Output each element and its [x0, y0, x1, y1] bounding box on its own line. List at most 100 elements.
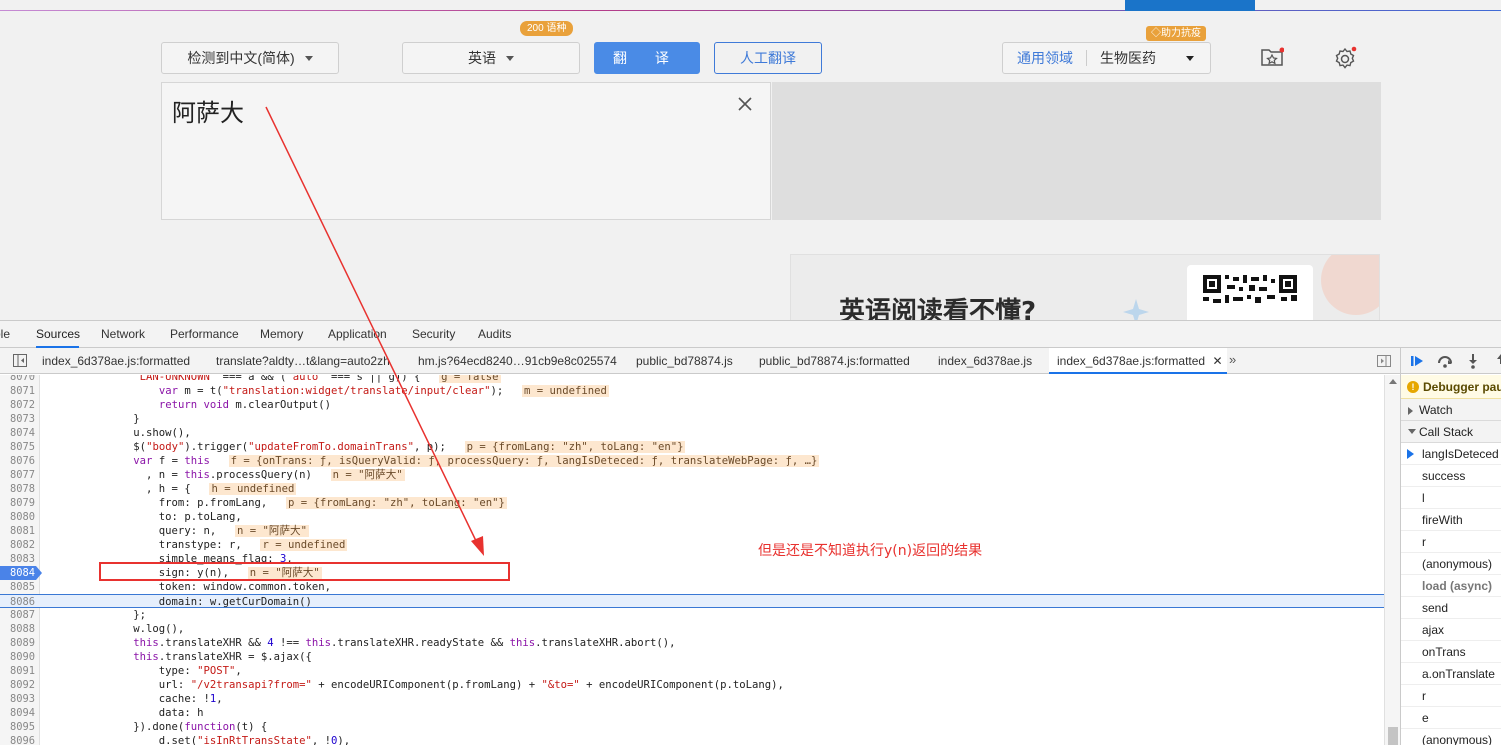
scroll-up-icon[interactable]: [1389, 379, 1397, 384]
code-line[interactable]: 8090 this.translateXHR = $.ajax({: [0, 650, 1384, 664]
tab-security[interactable]: Security: [412, 321, 455, 348]
line-number[interactable]: 8091: [0, 664, 38, 678]
tab-sources[interactable]: Sources: [36, 321, 80, 348]
call-stack-frame[interactable]: send: [1401, 597, 1501, 619]
call-stack-frame[interactable]: r: [1401, 685, 1501, 707]
target-language-select[interactable]: 英语: [402, 42, 580, 74]
code-line[interactable]: 8082 transtype: r, r = undefined: [0, 538, 1384, 552]
line-number[interactable]: 8077: [0, 468, 38, 482]
code-line[interactable]: 8075 $("body").trigger("updateFromTo.dom…: [0, 440, 1384, 454]
line-number[interactable]: 8072: [0, 398, 38, 412]
code-line[interactable]: 8074 u.show(),: [0, 426, 1384, 440]
domain-general-label[interactable]: 通用领域: [1017, 48, 1073, 68]
line-number[interactable]: 8086: [0, 595, 38, 609]
source-text-area[interactable]: 阿萨大: [161, 82, 771, 220]
line-number[interactable]: 8073: [0, 412, 38, 426]
file-tab[interactable]: public_bd78874.js: [636, 348, 733, 374]
code-line[interactable]: 8077 , n = this.processQuery(n) n = "阿萨大…: [0, 468, 1384, 482]
code-line[interactable]: 8076 var f = this f = {onTrans: ƒ, isQue…: [0, 454, 1384, 468]
call-stack-frame[interactable]: l: [1401, 487, 1501, 509]
line-number[interactable]: 8087: [0, 608, 38, 622]
favorites-folder-icon[interactable]: [1260, 47, 1284, 67]
line-number[interactable]: 8090: [0, 650, 38, 664]
code-line[interactable]: 8080 to: p.toLang,: [0, 510, 1384, 524]
file-tab[interactable]: hm.js?64ecd8240…91cb9e8c025574: [418, 348, 617, 374]
line-number[interactable]: 8085: [0, 580, 38, 594]
line-number[interactable]: 8096: [0, 734, 38, 745]
line-number[interactable]: 8071: [0, 384, 38, 398]
code-line[interactable]: 8071 var m = t("translation:widget/trans…: [0, 384, 1384, 398]
top-blue-tab[interactable]: [1125, 0, 1255, 11]
call-stack-frame[interactable]: ajax: [1401, 619, 1501, 641]
line-number[interactable]: 8095: [0, 720, 38, 734]
file-tab[interactable]: public_bd78874.js:formatted: [759, 348, 910, 374]
call-stack-frame[interactable]: (anonymous): [1401, 729, 1501, 745]
code-line[interactable]: 8096 d.set("isInRtTransState", !0),: [0, 734, 1384, 745]
file-tab-active[interactable]: index_6d378ae.js:formatted ✕: [1049, 348, 1227, 374]
code-line[interactable]: 8085 token: window.common.token,: [0, 580, 1384, 594]
tab-application[interactable]: Application: [328, 321, 387, 348]
code-line[interactable]: 8078 , h = { h = undefined: [0, 482, 1384, 496]
line-number[interactable]: 8083: [0, 552, 38, 566]
promo-card[interactable]: 英语阅读看不懂?: [790, 254, 1380, 320]
step-into-icon[interactable]: [1465, 353, 1481, 369]
call-stack-frame[interactable]: onTrans: [1401, 641, 1501, 663]
source-language-select[interactable]: 检测到中文(简体): [161, 42, 339, 74]
translate-button[interactable]: 翻 译: [594, 42, 700, 74]
code-line[interactable]: 8095 }).done(function(t) {: [0, 720, 1384, 734]
more-tabs-icon[interactable]: »: [1229, 352, 1236, 367]
code-line[interactable]: 8070 "LAN-UNKNOWN" === a && ("auto" === …: [0, 375, 1384, 384]
gear-icon[interactable]: [1333, 46, 1357, 70]
line-number[interactable]: 8079: [0, 496, 38, 510]
vertical-scrollbar[interactable]: [1384, 375, 1400, 745]
code-editor[interactable]: 8070 "LAN-UNKNOWN" === a && ("auto" === …: [0, 375, 1384, 745]
tab-audits[interactable]: Audits: [478, 321, 511, 348]
human-translate-button[interactable]: 人工翻译: [714, 42, 822, 74]
code-line-current[interactable]: 8086 domain: w.getCurDomain(): [0, 594, 1384, 608]
tab-network[interactable]: Network: [101, 321, 145, 348]
line-number[interactable]: 8074: [0, 426, 38, 440]
line-number[interactable]: 8081: [0, 524, 38, 538]
code-line[interactable]: 8093 cache: !1,: [0, 692, 1384, 706]
step-over-icon[interactable]: [1437, 353, 1453, 369]
resume-icon[interactable]: [1409, 353, 1425, 369]
call-stack-frame[interactable]: success: [1401, 465, 1501, 487]
call-stack-section-header[interactable]: Call Stack: [1401, 421, 1501, 443]
debugger-toggle-icon[interactable]: [1377, 355, 1391, 367]
file-tab[interactable]: index_6d378ae.js:formatted: [42, 348, 190, 374]
line-number[interactable]: 8082: [0, 538, 38, 552]
code-line[interactable]: 8091 type: "POST",: [0, 664, 1384, 678]
code-line[interactable]: 8079 from: p.fromLang, p = {fromLang: "z…: [0, 496, 1384, 510]
call-stack-frame[interactable]: e: [1401, 707, 1501, 729]
line-number[interactable]: 8078: [0, 482, 38, 496]
close-icon[interactable]: ✕: [1212, 354, 1222, 368]
tab-performance[interactable]: Performance: [170, 321, 239, 348]
call-stack-frame[interactable]: langIsDeteced: [1401, 443, 1501, 465]
line-number[interactable]: 8088: [0, 622, 38, 636]
domain-select[interactable]: 通用领域 生物医药: [1002, 42, 1211, 74]
line-number[interactable]: 8076: [0, 454, 38, 468]
code-line[interactable]: 8073 }: [0, 412, 1384, 426]
tab-console[interactable]: ole: [0, 321, 10, 348]
code-line[interactable]: 8089 this.translateXHR && 4 !== this.tra…: [0, 636, 1384, 650]
code-line[interactable]: 8092 url: "/v2transapi?from=" + encodeUR…: [0, 678, 1384, 692]
step-out-icon[interactable]: [1493, 353, 1501, 369]
line-number[interactable]: 8075: [0, 440, 38, 454]
line-number[interactable]: 8092: [0, 678, 38, 692]
code-line[interactable]: 8094 data: h: [0, 706, 1384, 720]
breakpoint-line-number[interactable]: 8084: [0, 566, 42, 580]
tab-memory[interactable]: Memory: [260, 321, 303, 348]
watch-section-header[interactable]: Watch: [1401, 399, 1501, 421]
navigator-toggle-icon[interactable]: [13, 354, 27, 367]
scrollbar-thumb[interactable]: [1388, 727, 1398, 745]
file-tab[interactable]: index_6d378ae.js: [938, 348, 1032, 374]
call-stack-frame[interactable]: fireWith: [1401, 509, 1501, 531]
close-icon[interactable]: [738, 97, 752, 111]
code-line[interactable]: 8088 w.log(),: [0, 622, 1384, 636]
line-number[interactable]: 8093: [0, 692, 38, 706]
line-number[interactable]: 8089: [0, 636, 38, 650]
line-number[interactable]: 8080: [0, 510, 38, 524]
code-line[interactable]: 8081 query: n, n = "阿萨大": [0, 524, 1384, 538]
call-stack-frame[interactable]: (anonymous): [1401, 553, 1501, 575]
file-tab[interactable]: translate?aldty…t&lang=auto2zh: [216, 348, 390, 374]
